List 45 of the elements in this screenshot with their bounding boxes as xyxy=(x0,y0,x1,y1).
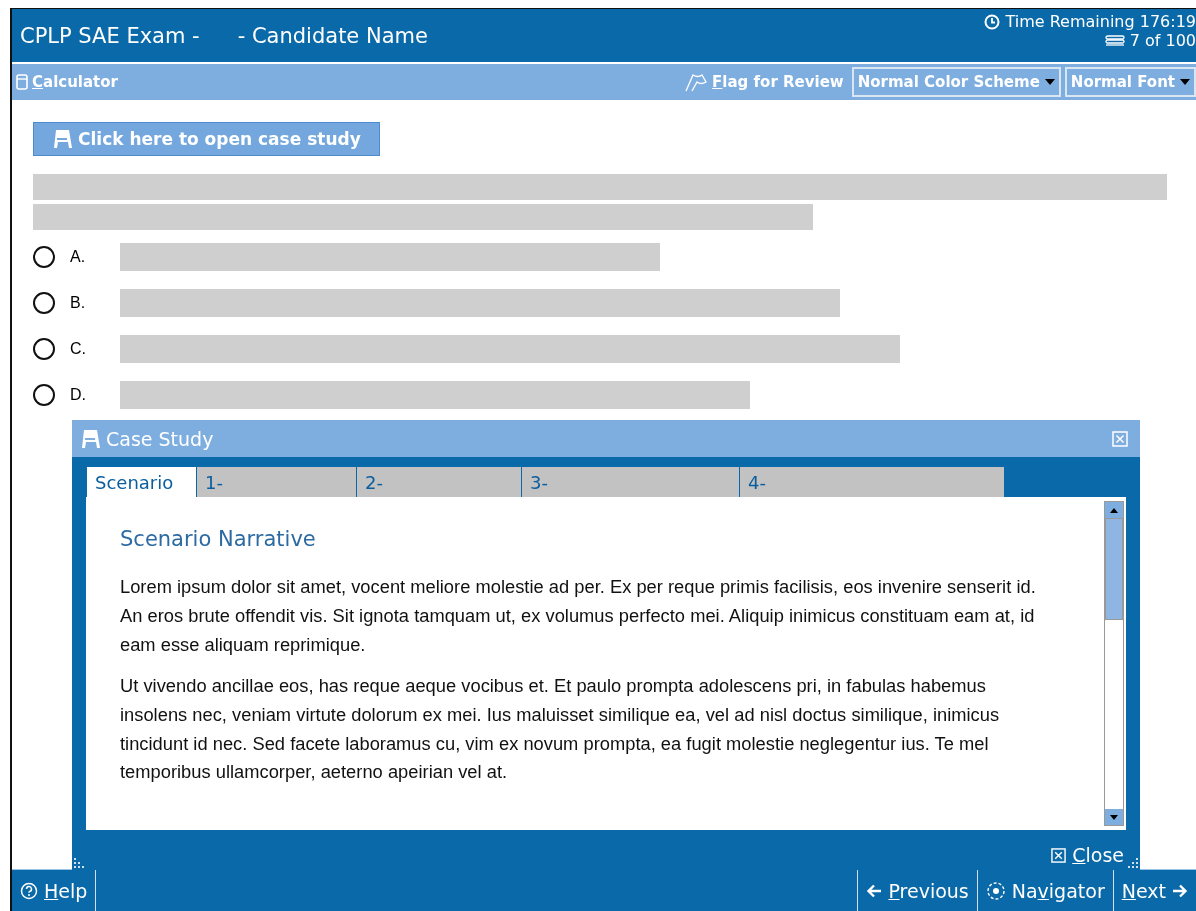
tab[interactable]: 2- xyxy=(356,467,521,497)
window-title: Case Study xyxy=(106,427,214,450)
calculator-icon xyxy=(16,74,28,90)
caret-icon xyxy=(1180,79,1190,85)
chair-icon xyxy=(80,428,102,449)
navigator-icon xyxy=(985,880,1006,901)
chair-icon xyxy=(52,129,74,149)
option-letter: B. xyxy=(69,294,87,312)
caret-icon xyxy=(1044,79,1055,85)
radio-button[interactable] xyxy=(33,246,55,268)
radio-button[interactable] xyxy=(33,384,55,406)
tab[interactable]: 1- xyxy=(196,467,356,497)
option-letter: C. xyxy=(69,340,87,358)
font-dropdown[interactable]: Normal Font xyxy=(1064,67,1196,97)
close-icon xyxy=(1051,847,1067,863)
color-scheme-dropdown[interactable]: Normal Color Scheme xyxy=(851,67,1061,97)
scroll-up-icon[interactable] xyxy=(1105,502,1123,518)
scrollbar[interactable] xyxy=(1104,501,1124,826)
option-letter: D. xyxy=(69,386,87,404)
clock-icon xyxy=(984,13,1001,30)
paragraph: Ut vivendo ancillae eos, has reque aeque vocibus et. Et paulo prompta adolescens pri, in fabulas habemus insolens nec, veniam virtute dolorum ex mei. Ius maluisset similique ea, vel ad nisl doctus similique, inimicus tincidunt id nec. Sed facete laboramus cu, vim ex novum prompta, ea fugit molestie neglegentur ius. Te mel temporibus ullamcorper, aeterno apeirian vel at. xyxy=(120,673,1001,785)
time-remaining: Time Remaining 176:19 xyxy=(1005,12,1196,31)
scroll-down-icon[interactable] xyxy=(1105,809,1123,825)
arrow-left-icon xyxy=(866,883,883,898)
calculator-button[interactable]: Calculator xyxy=(12,71,122,93)
tab[interactable]: Scenario xyxy=(86,467,196,497)
open-case-study-button[interactable]: Click here to open case study xyxy=(33,122,380,156)
exam-title: CPLP SAE Exam - xyxy=(20,23,200,48)
section-heading: Scenario Narrative xyxy=(120,527,317,551)
tab[interactable]: 3- xyxy=(521,467,739,497)
close-button[interactable]: Close xyxy=(1047,844,1128,866)
tab[interactable]: 4- xyxy=(739,467,1004,497)
arrow-right-icon xyxy=(1172,883,1188,898)
paragraph: Lorem ipsum dolor sit amet, vocent meliore molestie ad per. Ex per reque primis facilisis, eos invenire senserit id. An eros brute offendit vis. Sit ignota tamquam ut, ex volumus perfecto mei. Aliquip inimicus constituam eam at, id eam esse aliquam reprimique. xyxy=(120,575,1037,657)
candidate-name: - Candidate Name xyxy=(237,23,428,48)
pages-icon xyxy=(1104,34,1125,47)
resize-grip-icon[interactable] xyxy=(74,858,84,868)
flag-icon xyxy=(684,72,709,92)
resize-grip-icon[interactable] xyxy=(1128,858,1138,868)
radio-button[interactable] xyxy=(33,292,55,314)
flag-for-review-button[interactable]: Flag for Review xyxy=(680,70,848,94)
help-icon xyxy=(20,881,38,900)
radio-button[interactable] xyxy=(33,338,55,360)
option-letter: A. xyxy=(69,248,87,266)
question-counter: 7 of 100 xyxy=(1129,31,1196,50)
